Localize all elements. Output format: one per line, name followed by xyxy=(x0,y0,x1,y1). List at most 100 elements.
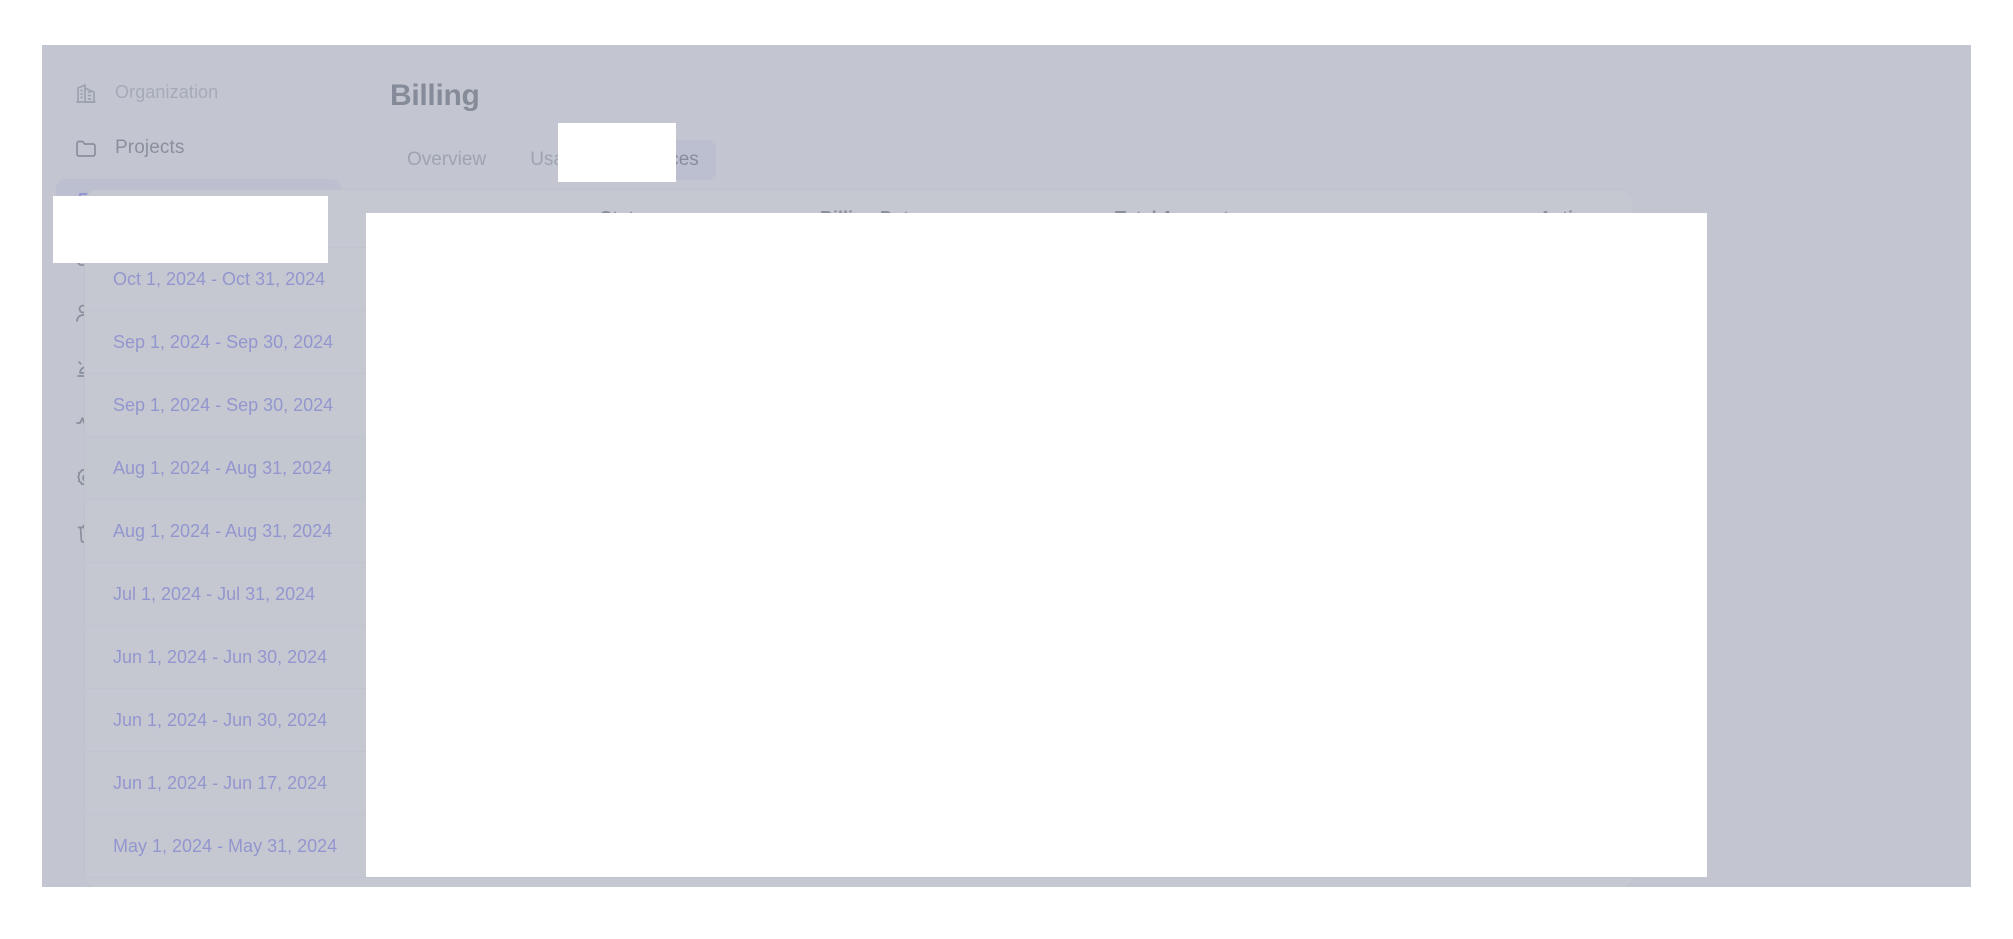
download-icon[interactable] xyxy=(1579,832,1605,858)
status-badge: Paid xyxy=(600,832,654,860)
status-badge: Paid xyxy=(600,643,654,671)
cell-total-amount: $10.96 xyxy=(1115,500,1415,563)
cell-billing-date: July 1, 2024 xyxy=(820,689,1115,752)
cell-total-amount: $433.92 xyxy=(1115,563,1415,626)
status-badge: Unbilled xyxy=(600,706,680,734)
billing-period-link[interactable]: Aug 1, 2024 - Aug 31, 2024 xyxy=(113,458,332,478)
cell-billing-date: September 1, 2024 xyxy=(820,500,1115,563)
cell-total-amount: $499,496.14 xyxy=(1115,815,1415,878)
sidebar-item-projects[interactable]: Projects xyxy=(56,124,341,171)
cell-status: Paid xyxy=(600,752,820,815)
tab-overview[interactable]: Overview xyxy=(390,140,503,180)
download-icon xyxy=(1579,391,1605,417)
cell-billing-period: Jun 1, 2024 - Jun 30, 2024 xyxy=(85,626,600,689)
cell-billing-date: September 1, 2024 xyxy=(820,437,1115,500)
download-icon xyxy=(1579,517,1605,543)
table-row[interactable]: Oct 1, 2024 - Oct 31, 2024 UnbilledNovemb… xyxy=(85,248,1634,311)
cell-status: Paid xyxy=(600,815,820,878)
cell-actions xyxy=(1415,752,1634,815)
building-icon xyxy=(74,81,98,105)
cell-actions xyxy=(1415,500,1634,563)
tab-usage[interactable]: Usage xyxy=(513,140,602,180)
cell-billing-date: October 1, 2024 xyxy=(820,311,1115,374)
table-row[interactable]: Sep 1, 2024 - Sep 30, 2024 Unbilled Octobe… xyxy=(85,374,1634,437)
cell-actions xyxy=(1415,689,1634,752)
download-icon[interactable] xyxy=(1579,328,1605,354)
table-row[interactable]: Jun 1, 2024 - Jun 30, 2024 Unbilled July 1… xyxy=(85,689,1634,752)
table-header-row: Billing Period Status Billing Date Total… xyxy=(85,190,1634,248)
tab-invoices[interactable]: Invoices xyxy=(612,140,716,180)
download-icon[interactable] xyxy=(1579,769,1605,795)
cell-billing-date: June 1, 2024 xyxy=(820,815,1115,878)
cell-total-amount: $0.00 xyxy=(1115,374,1415,437)
table-header: Billing Period Status Billing Date Total… xyxy=(85,190,1634,248)
cell-billing-date: October 1, 2024 xyxy=(820,374,1115,437)
table-row[interactable]: May 1, 2024 - May 31, 2024 Paid June 1, 20… xyxy=(85,815,1634,878)
cell-actions xyxy=(1415,374,1634,437)
cell-actions xyxy=(1415,248,1634,311)
cell-billing-period: Sep 1, 2024 - Sep 30, 2024 xyxy=(85,311,600,374)
billing-period-link[interactable]: May 1, 2024 - May 31, 2024 xyxy=(113,836,337,856)
cell-actions xyxy=(1415,311,1634,374)
cell-total-amount: $175.20 xyxy=(1115,248,1415,311)
column-header-actions: Actions xyxy=(1415,190,1634,248)
cell-billing-period: Jun 1, 2024 - Jun 17, 2024 xyxy=(85,752,600,815)
cell-status: Unbilled xyxy=(600,689,820,752)
cell-status: Unbilled xyxy=(600,374,820,437)
app-window: OrganizationProjectsBillingAPI KeysMembe… xyxy=(42,45,1971,887)
cell-actions xyxy=(1415,626,1634,689)
cell-billing-date: June 18, 2024 xyxy=(820,752,1115,815)
sidebar-item-label: Projects xyxy=(115,137,184,159)
billing-period-link[interactable]: Jul 1, 2024 - Jul 31, 2024 xyxy=(113,584,315,604)
cell-billing-period: Sep 1, 2024 - Sep 30, 2024 xyxy=(85,374,600,437)
cell-total-amount: $62.84 xyxy=(1115,626,1415,689)
billing-period-link[interactable]: Sep 1, 2024 - Sep 30, 2024 xyxy=(113,332,333,352)
status-badge: Paid xyxy=(600,580,654,608)
download-icon[interactable] xyxy=(1579,580,1605,606)
download-icon[interactable] xyxy=(1579,643,1605,669)
billing-period-link[interactable]: Sep 1, 2024 - Sep 30, 2024 xyxy=(113,395,333,415)
billing-period-link[interactable]: Aug 1, 2024 - Aug 31, 2024 xyxy=(113,521,332,541)
sidebar-item-label: Organization xyxy=(115,82,218,103)
column-header-status: Status xyxy=(600,190,820,248)
table-row[interactable]: Jul 1, 2024 - Jul 31, 2024 Paid August 1, … xyxy=(85,563,1634,626)
cell-total-amount: $206.70 xyxy=(1115,437,1415,500)
cell-billing-period: Jun 1, 2024 - Jun 30, 2024 xyxy=(85,689,600,752)
download-icon xyxy=(1579,265,1605,291)
status-badge: Unbilled xyxy=(600,391,680,419)
status-badge: Paid xyxy=(600,454,654,482)
table-row[interactable]: Aug 1, 2024 - Aug 31, 2024 Paid September … xyxy=(85,437,1634,500)
cell-status: Paid xyxy=(600,437,820,500)
cell-status: Paid xyxy=(600,563,820,626)
cell-billing-period: Oct 1, 2024 - Oct 31, 2024 xyxy=(85,248,600,311)
cell-actions xyxy=(1415,815,1634,878)
billing-period-link[interactable]: Jun 1, 2024 - Jun 30, 2024 xyxy=(113,710,327,730)
billing-period-link[interactable]: Oct 1, 2024 - Oct 31, 2024 xyxy=(113,269,325,289)
download-icon[interactable] xyxy=(1579,454,1605,480)
invoices-table: Billing Period Status Billing Date Total… xyxy=(85,190,1634,878)
cell-total-amount: $0.00 xyxy=(1115,689,1415,752)
cell-status: Paid xyxy=(600,626,820,689)
cell-billing-date: July 1, 2024 xyxy=(820,626,1115,689)
cell-status: Unbilled xyxy=(600,248,820,311)
download-icon xyxy=(1579,706,1605,732)
status-badge: Paid xyxy=(600,769,654,797)
cell-billing-date: August 1, 2024 xyxy=(820,563,1115,626)
billing-period-link[interactable]: Jun 1, 2024 - Jun 30, 2024 xyxy=(113,647,327,667)
cell-billing-period: May 1, 2024 - May 31, 2024 xyxy=(85,815,600,878)
invoices-table-card: Billing Period Status Billing Date Total… xyxy=(84,189,1634,887)
folder-icon xyxy=(74,136,98,160)
cell-billing-period: Aug 1, 2024 - Aug 31, 2024 xyxy=(85,500,600,563)
column-header-billing-period: Billing Period xyxy=(85,190,600,248)
table-row[interactable]: Sep 1, 2024 - Sep 30, 2024PaidOctober 1,… xyxy=(85,311,1634,374)
cell-billing-date: November 1, 2024 xyxy=(820,248,1115,311)
cell-billing-period: Aug 1, 2024 - Aug 31, 2024 xyxy=(85,437,600,500)
table-row[interactable]: Jun 1, 2024 - Jun 17, 2024 Paid June 18, 2… xyxy=(85,752,1634,815)
tab-bar: OverviewUsageInvoices xyxy=(390,139,1971,181)
billing-period-link[interactable]: Jun 1, 2024 - Jun 17, 2024 xyxy=(113,773,327,793)
table-row[interactable]: Jun 1, 2024 - Jun 30, 2024 Paid July 1, 20… xyxy=(85,626,1634,689)
table-row[interactable]: Aug 1, 2024 - Aug 31, 2024 Unbilled Septem… xyxy=(85,500,1634,563)
status-badge: Unbilled xyxy=(600,517,680,545)
cell-actions xyxy=(1415,437,1634,500)
cell-actions xyxy=(1415,563,1634,626)
